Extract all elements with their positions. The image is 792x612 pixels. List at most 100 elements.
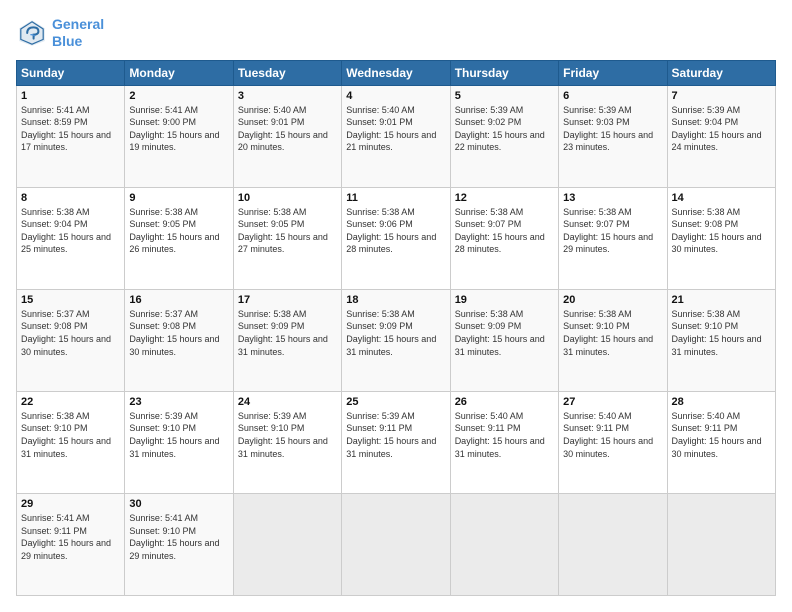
cell-info: Sunrise: 5:39 AM Sunset: 9:02 PM Dayligh… — [455, 104, 554, 154]
calendar-cell: 25 Sunrise: 5:39 AM Sunset: 9:11 PM Dayl… — [342, 391, 450, 493]
calendar-week-row: 29 Sunrise: 5:41 AM Sunset: 9:11 PM Dayl… — [17, 493, 776, 595]
calendar-cell — [667, 493, 775, 595]
logo-text: General Blue — [52, 16, 104, 50]
calendar-cell: 15 Sunrise: 5:37 AM Sunset: 9:08 PM Dayl… — [17, 289, 125, 391]
day-number: 18 — [346, 294, 445, 306]
day-number: 16 — [129, 294, 228, 306]
cell-info: Sunrise: 5:38 AM Sunset: 9:05 PM Dayligh… — [238, 206, 337, 256]
cell-info: Sunrise: 5:39 AM Sunset: 9:11 PM Dayligh… — [346, 410, 445, 460]
day-number: 20 — [563, 294, 662, 306]
day-number: 9 — [129, 192, 228, 204]
calendar-week-row: 1 Sunrise: 5:41 AM Sunset: 8:59 PM Dayli… — [17, 85, 776, 187]
calendar-cell: 29 Sunrise: 5:41 AM Sunset: 9:11 PM Dayl… — [17, 493, 125, 595]
day-number: 12 — [455, 192, 554, 204]
cell-info: Sunrise: 5:38 AM Sunset: 9:05 PM Dayligh… — [129, 206, 228, 256]
cell-info: Sunrise: 5:38 AM Sunset: 9:10 PM Dayligh… — [672, 308, 771, 358]
weekday-header: Friday — [559, 60, 667, 85]
calendar-cell: 27 Sunrise: 5:40 AM Sunset: 9:11 PM Dayl… — [559, 391, 667, 493]
page: General Blue SundayMondayTuesdayWednesda… — [0, 0, 792, 612]
calendar-cell: 2 Sunrise: 5:41 AM Sunset: 9:00 PM Dayli… — [125, 85, 233, 187]
calendar-cell: 6 Sunrise: 5:39 AM Sunset: 9:03 PM Dayli… — [559, 85, 667, 187]
calendar-cell: 22 Sunrise: 5:38 AM Sunset: 9:10 PM Dayl… — [17, 391, 125, 493]
calendar-cell: 21 Sunrise: 5:38 AM Sunset: 9:10 PM Dayl… — [667, 289, 775, 391]
calendar-cell: 9 Sunrise: 5:38 AM Sunset: 9:05 PM Dayli… — [125, 187, 233, 289]
calendar-cell — [450, 493, 558, 595]
calendar-cell: 8 Sunrise: 5:38 AM Sunset: 9:04 PM Dayli… — [17, 187, 125, 289]
day-number: 15 — [21, 294, 120, 306]
calendar-cell — [233, 493, 341, 595]
calendar-cell: 26 Sunrise: 5:40 AM Sunset: 9:11 PM Dayl… — [450, 391, 558, 493]
cell-info: Sunrise: 5:37 AM Sunset: 9:08 PM Dayligh… — [21, 308, 120, 358]
cell-info: Sunrise: 5:41 AM Sunset: 9:10 PM Dayligh… — [129, 512, 228, 562]
day-number: 19 — [455, 294, 554, 306]
calendar-cell: 18 Sunrise: 5:38 AM Sunset: 9:09 PM Dayl… — [342, 289, 450, 391]
calendar-cell — [342, 493, 450, 595]
day-number: 8 — [21, 192, 120, 204]
day-number: 17 — [238, 294, 337, 306]
day-number: 14 — [672, 192, 771, 204]
calendar-cell: 4 Sunrise: 5:40 AM Sunset: 9:01 PM Dayli… — [342, 85, 450, 187]
calendar-week-row: 8 Sunrise: 5:38 AM Sunset: 9:04 PM Dayli… — [17, 187, 776, 289]
cell-info: Sunrise: 5:40 AM Sunset: 9:11 PM Dayligh… — [455, 410, 554, 460]
calendar-cell: 3 Sunrise: 5:40 AM Sunset: 9:01 PM Dayli… — [233, 85, 341, 187]
day-number: 25 — [346, 396, 445, 408]
day-number: 30 — [129, 498, 228, 510]
calendar-cell: 7 Sunrise: 5:39 AM Sunset: 9:04 PM Dayli… — [667, 85, 775, 187]
cell-info: Sunrise: 5:40 AM Sunset: 9:11 PM Dayligh… — [672, 410, 771, 460]
calendar-cell: 23 Sunrise: 5:39 AM Sunset: 9:10 PM Dayl… — [125, 391, 233, 493]
day-number: 5 — [455, 90, 554, 102]
weekday-header: Saturday — [667, 60, 775, 85]
cell-info: Sunrise: 5:39 AM Sunset: 9:10 PM Dayligh… — [238, 410, 337, 460]
calendar-cell: 12 Sunrise: 5:38 AM Sunset: 9:07 PM Dayl… — [450, 187, 558, 289]
day-number: 13 — [563, 192, 662, 204]
logo-icon — [16, 17, 48, 49]
calendar-cell: 5 Sunrise: 5:39 AM Sunset: 9:02 PM Dayli… — [450, 85, 558, 187]
day-number: 26 — [455, 396, 554, 408]
calendar-cell: 19 Sunrise: 5:38 AM Sunset: 9:09 PM Dayl… — [450, 289, 558, 391]
header: General Blue — [16, 16, 776, 50]
weekday-header: Tuesday — [233, 60, 341, 85]
cell-info: Sunrise: 5:38 AM Sunset: 9:06 PM Dayligh… — [346, 206, 445, 256]
day-number: 27 — [563, 396, 662, 408]
calendar-table: SundayMondayTuesdayWednesdayThursdayFrid… — [16, 60, 776, 596]
calendar-cell: 10 Sunrise: 5:38 AM Sunset: 9:05 PM Dayl… — [233, 187, 341, 289]
day-number: 1 — [21, 90, 120, 102]
day-number: 29 — [21, 498, 120, 510]
cell-info: Sunrise: 5:40 AM Sunset: 9:01 PM Dayligh… — [238, 104, 337, 154]
weekday-header: Sunday — [17, 60, 125, 85]
calendar-cell: 14 Sunrise: 5:38 AM Sunset: 9:08 PM Dayl… — [667, 187, 775, 289]
calendar-cell: 16 Sunrise: 5:37 AM Sunset: 9:08 PM Dayl… — [125, 289, 233, 391]
calendar-cell: 28 Sunrise: 5:40 AM Sunset: 9:11 PM Dayl… — [667, 391, 775, 493]
day-number: 21 — [672, 294, 771, 306]
logo: General Blue — [16, 16, 104, 50]
cell-info: Sunrise: 5:39 AM Sunset: 9:03 PM Dayligh… — [563, 104, 662, 154]
cell-info: Sunrise: 5:38 AM Sunset: 9:09 PM Dayligh… — [346, 308, 445, 358]
cell-info: Sunrise: 5:38 AM Sunset: 9:08 PM Dayligh… — [672, 206, 771, 256]
day-number: 6 — [563, 90, 662, 102]
day-number: 2 — [129, 90, 228, 102]
calendar-week-row: 15 Sunrise: 5:37 AM Sunset: 9:08 PM Dayl… — [17, 289, 776, 391]
calendar-cell: 30 Sunrise: 5:41 AM Sunset: 9:10 PM Dayl… — [125, 493, 233, 595]
weekday-header: Thursday — [450, 60, 558, 85]
cell-info: Sunrise: 5:38 AM Sunset: 9:09 PM Dayligh… — [455, 308, 554, 358]
weekday-header-row: SundayMondayTuesdayWednesdayThursdayFrid… — [17, 60, 776, 85]
day-number: 3 — [238, 90, 337, 102]
calendar-week-row: 22 Sunrise: 5:38 AM Sunset: 9:10 PM Dayl… — [17, 391, 776, 493]
cell-info: Sunrise: 5:37 AM Sunset: 9:08 PM Dayligh… — [129, 308, 228, 358]
cell-info: Sunrise: 5:38 AM Sunset: 9:04 PM Dayligh… — [21, 206, 120, 256]
cell-info: Sunrise: 5:39 AM Sunset: 9:10 PM Dayligh… — [129, 410, 228, 460]
cell-info: Sunrise: 5:38 AM Sunset: 9:07 PM Dayligh… — [455, 206, 554, 256]
cell-info: Sunrise: 5:38 AM Sunset: 9:10 PM Dayligh… — [563, 308, 662, 358]
calendar-cell: 13 Sunrise: 5:38 AM Sunset: 9:07 PM Dayl… — [559, 187, 667, 289]
calendar-cell: 24 Sunrise: 5:39 AM Sunset: 9:10 PM Dayl… — [233, 391, 341, 493]
day-number: 24 — [238, 396, 337, 408]
cell-info: Sunrise: 5:38 AM Sunset: 9:10 PM Dayligh… — [21, 410, 120, 460]
cell-info: Sunrise: 5:41 AM Sunset: 9:11 PM Dayligh… — [21, 512, 120, 562]
calendar-cell: 20 Sunrise: 5:38 AM Sunset: 9:10 PM Dayl… — [559, 289, 667, 391]
cell-info: Sunrise: 5:40 AM Sunset: 9:01 PM Dayligh… — [346, 104, 445, 154]
calendar-cell: 17 Sunrise: 5:38 AM Sunset: 9:09 PM Dayl… — [233, 289, 341, 391]
calendar-cell — [559, 493, 667, 595]
cell-info: Sunrise: 5:41 AM Sunset: 8:59 PM Dayligh… — [21, 104, 120, 154]
day-number: 4 — [346, 90, 445, 102]
day-number: 22 — [21, 396, 120, 408]
